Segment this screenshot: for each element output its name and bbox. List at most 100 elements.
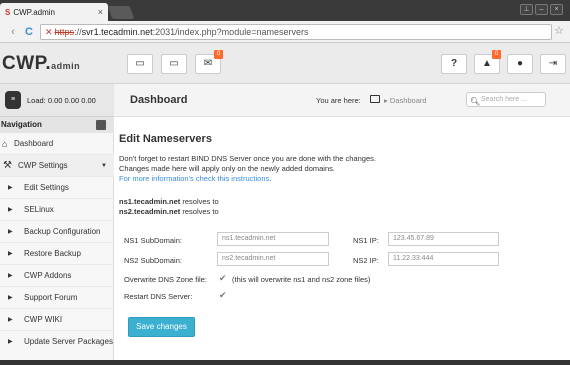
sidebar-item-label: SELinux bbox=[24, 205, 54, 214]
database-icon: ≡ bbox=[5, 91, 21, 109]
chevron-right-icon: ▶ bbox=[8, 339, 13, 345]
logo-suffix: admin bbox=[51, 61, 81, 71]
search-placeholder: Search here ... bbox=[481, 96, 527, 103]
toggle-sidebar-icon[interactable] bbox=[96, 120, 106, 130]
sidebar-item-label: CWP Settings bbox=[18, 161, 68, 170]
notifications-badge: 0 bbox=[492, 50, 501, 59]
bell-icon: ▲ bbox=[482, 58, 492, 69]
logo: CWP.admin bbox=[2, 53, 80, 75]
logout-icon: ⇥ bbox=[548, 58, 558, 69]
restart-dns-label: Restart DNS Server: bbox=[124, 292, 193, 301]
chevron-right-icon: ▶ bbox=[8, 207, 13, 213]
screen-button[interactable]: ▭ bbox=[161, 54, 187, 74]
monitor-icon bbox=[370, 95, 380, 103]
page-header-title: Dashboard bbox=[130, 94, 188, 106]
search-icon: 🔍︎ bbox=[470, 97, 481, 106]
ns2-ip-input[interactable]: 11.22.33.444 bbox=[388, 252, 499, 266]
ns2-host: ns2.tecadmin.net bbox=[119, 207, 181, 216]
ns1-resolve-line: ns1.tecadmin.net resolves to bbox=[119, 197, 219, 206]
logout-button[interactable]: ⇥ bbox=[540, 54, 566, 74]
ns2-ip-label: NS2 IP: bbox=[353, 256, 379, 265]
sidebar-item-edit-settings[interactable]: ▶ Edit Settings bbox=[0, 177, 114, 199]
chevron-right-icon: ▶ bbox=[8, 251, 13, 257]
back-icon[interactable]: ‹ bbox=[6, 25, 20, 39]
sidebar-item-label: Backup Configuration bbox=[24, 227, 101, 236]
wrench-icon: ⚒ bbox=[3, 160, 12, 171]
chevron-right-icon: ▶ bbox=[8, 229, 13, 235]
ns1-subdomain-label: NS1 SubDomain: bbox=[124, 236, 182, 245]
new-tab-button[interactable] bbox=[107, 6, 135, 19]
overwrite-zone-checkbox[interactable]: ✔ bbox=[219, 274, 228, 283]
help-button[interactable]: ? bbox=[441, 54, 467, 74]
favicon-icon: S bbox=[5, 7, 11, 17]
ns2-subdomain-input[interactable]: ns2.tecadmin.net bbox=[217, 252, 329, 266]
sidebar-item-label: Restore Backup bbox=[24, 249, 81, 258]
chevron-right-icon: ▶ bbox=[8, 295, 13, 301]
url-host: svr1.tecadmin.net bbox=[81, 27, 153, 37]
sidebar-item-update-server-packages[interactable]: ▶ Update Server Packages bbox=[0, 331, 114, 353]
reload-icon[interactable]: C bbox=[22, 25, 36, 39]
restart-dns-checkbox[interactable]: ✔ bbox=[219, 291, 228, 300]
tab-title: CWP.admin bbox=[13, 7, 55, 17]
ns1-ip-label: NS1 IP: bbox=[353, 236, 379, 245]
user-icon: ● bbox=[516, 58, 524, 69]
ns1-resolves: resolves to bbox=[180, 197, 219, 206]
server-load: ≡ Load: 0.00 0.00 0.00 bbox=[0, 84, 114, 117]
info-line-changes: Changes made here will apply only on the… bbox=[119, 164, 335, 173]
sidebar-item-cwp-addons[interactable]: ▶ CWP Addons bbox=[0, 265, 114, 287]
close-tab-icon[interactable]: × bbox=[98, 7, 103, 17]
screen-icon: ▭ bbox=[169, 58, 179, 69]
sidebar-item-cwp-wiki[interactable]: ▶ CWP WIKI bbox=[0, 309, 114, 331]
ns2-subdomain-label: NS2 SubDomain: bbox=[124, 256, 182, 265]
bookmark-star-icon[interactable]: ☆ bbox=[554, 24, 564, 37]
sidebar-item-selinux[interactable]: ▶ SELinux bbox=[0, 199, 114, 221]
user-icon[interactable]: ⊥ bbox=[520, 4, 533, 15]
chevron-down-icon: ▼ bbox=[101, 163, 107, 169]
home-icon: ⌂ bbox=[2, 139, 8, 149]
ns1-host: ns1.tecadmin.net bbox=[119, 197, 181, 206]
sidebar-item-label: Dashboard bbox=[14, 139, 54, 148]
minimize-icon[interactable]: – bbox=[535, 4, 548, 15]
overwrite-zone-label: Overwrite DNS Zone file: bbox=[124, 275, 207, 284]
page-title: Edit Nameservers bbox=[119, 133, 212, 145]
sidebar-item-label: CWP WIKI bbox=[24, 315, 63, 324]
insecure-lock-icon: ✕ bbox=[45, 27, 53, 37]
breadcrumb-label: You are here: bbox=[316, 96, 361, 105]
instructions-link[interactable]: For more information's check this instru… bbox=[119, 174, 271, 183]
ns1-subdomain-input[interactable]: ns1.tecadmin.net bbox=[217, 232, 329, 246]
sidebar-item-restore-backup[interactable]: ▶ Restore Backup bbox=[0, 243, 114, 265]
mail-badge: 0 bbox=[214, 50, 223, 59]
breadcrumb-dashboard: Dashboard bbox=[389, 96, 427, 105]
ns2-resolve-line: ns2.tecadmin.net resolves to bbox=[119, 207, 219, 216]
breadcrumb[interactable]: ▸ Dashboard bbox=[384, 96, 427, 105]
load-text: Load: 0.00 0.00 0.00 bbox=[27, 95, 96, 105]
navigation-label: Navigation bbox=[1, 120, 42, 129]
sidebar-item-label: Edit Settings bbox=[24, 183, 69, 192]
sidebar-item-backup-configuration[interactable]: ▶ Backup Configuration bbox=[0, 221, 114, 243]
logo-text: CWP. bbox=[2, 53, 52, 74]
chevron-right-icon: ▶ bbox=[8, 185, 13, 191]
ns1-ip-input[interactable]: 123.45.67.89 bbox=[388, 232, 499, 246]
sidebar-item-cwp-settings[interactable]: ⚒ CWP Settings ▼ bbox=[0, 155, 114, 177]
ns2-resolves: resolves to bbox=[180, 207, 219, 216]
navigation-header: Navigation bbox=[0, 117, 114, 133]
monitor-button[interactable]: ▭ bbox=[127, 54, 153, 74]
save-changes-button[interactable]: Save changes bbox=[128, 317, 195, 337]
url-path: :2031/index.php?module=nameservers bbox=[152, 27, 309, 37]
sidebar-item-label: CWP Addons bbox=[24, 271, 72, 280]
browser-tab[interactable]: S CWP.admin × bbox=[0, 3, 108, 21]
sidebar-item-dashboard[interactable]: ⌂ Dashboard bbox=[0, 133, 114, 155]
url-separator: :// bbox=[74, 27, 82, 37]
search-input[interactable]: 🔍︎ Search here ... bbox=[466, 92, 546, 107]
overwrite-zone-note: (this will overwrite ns1 and ns2 zone fi… bbox=[232, 275, 371, 284]
chevron-right-icon: ▶ bbox=[8, 317, 13, 323]
profile-button[interactable]: ● bbox=[507, 54, 533, 74]
window-bottom-border bbox=[0, 360, 570, 365]
mail-icon: ✉ bbox=[203, 58, 213, 69]
monitor-icon: ▭ bbox=[135, 58, 145, 69]
sidebar-item-label: Support Forum bbox=[24, 293, 78, 302]
url-input[interactable]: ✕ https://svr1.tecadmin.net:2031/index.ph… bbox=[40, 24, 552, 40]
sidebar-item-support-forum[interactable]: ▶ Support Forum bbox=[0, 287, 114, 309]
sidebar-item-label: Update Server Packages bbox=[24, 337, 113, 346]
close-window-icon[interactable]: × bbox=[550, 4, 563, 15]
